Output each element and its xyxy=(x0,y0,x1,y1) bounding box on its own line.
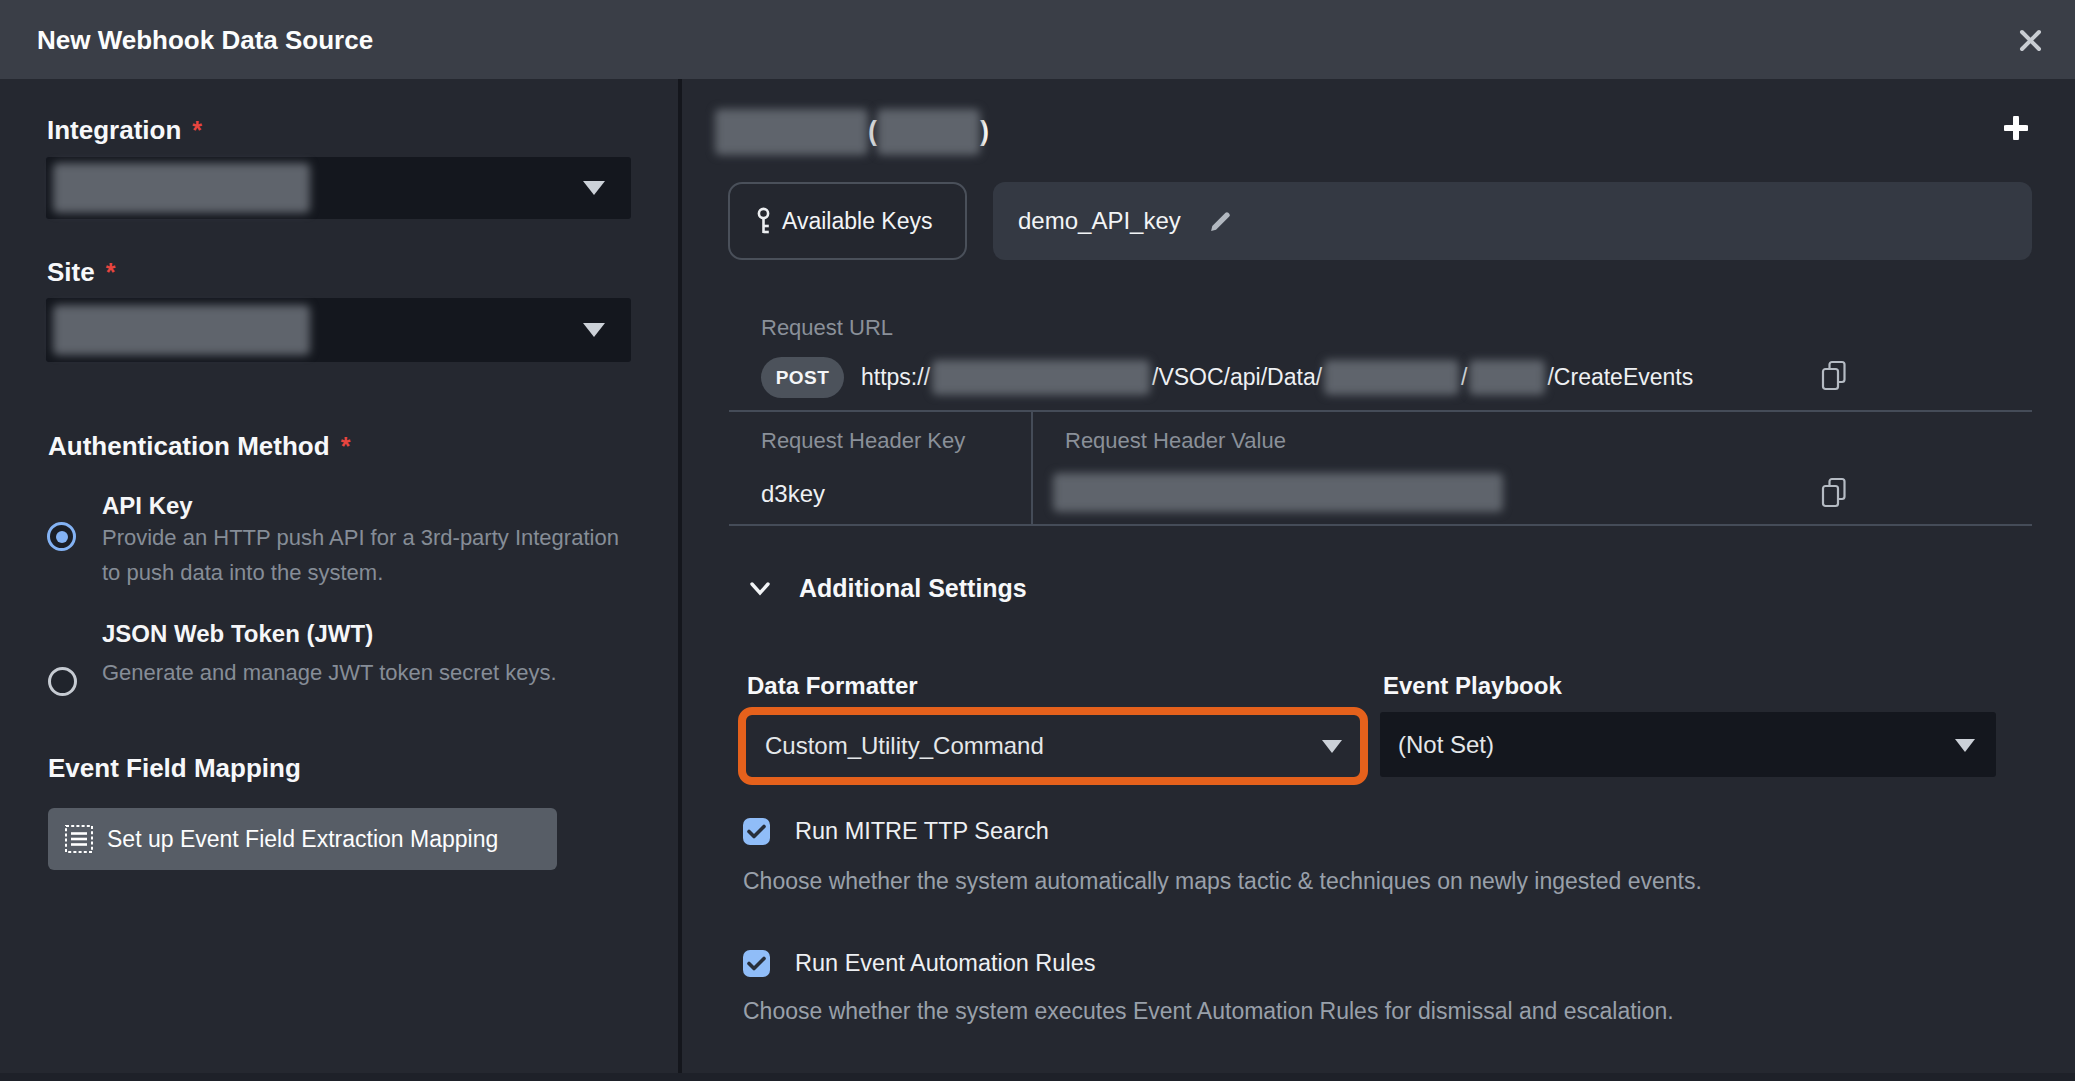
available-keys-label: Available Keys xyxy=(782,208,932,235)
integration-caret-icon xyxy=(583,181,605,195)
request-header-key-value: d3key xyxy=(761,480,825,508)
request-url-value: https:///VSOC/api/Data///CreateEvents xyxy=(861,357,1693,398)
radio-jwt[interactable] xyxy=(48,667,77,696)
check-icon xyxy=(747,956,766,971)
api-key-name: demo_API_key xyxy=(1018,207,1181,235)
setup-event-field-extraction-mapping-button[interactable]: Set up Event Field Extraction Mapping xyxy=(48,808,557,870)
redacted-url-host xyxy=(932,360,1150,395)
run-event-automation-rules-checkbox[interactable] xyxy=(743,950,770,977)
run-event-automation-rules-description: Choose whether the system executes Event… xyxy=(743,998,1674,1025)
run-mitre-ttp-search-label: Run MITRE TTP Search xyxy=(795,818,1049,845)
authentication-method-label: Authentication Method xyxy=(48,431,330,462)
event-field-mapping-label: Event Field Mapping xyxy=(48,753,301,784)
data-formatter-highlight: Custom_Utility_Command xyxy=(738,707,1368,785)
mapping-button-label: Set up Event Field Extraction Mapping xyxy=(107,826,498,853)
integration-select[interactable] xyxy=(46,157,631,219)
edit-pencil-icon[interactable] xyxy=(1208,209,1233,234)
api-key-bar: demo_API_key xyxy=(993,182,2032,260)
request-url-label: Request URL xyxy=(761,315,893,341)
radio-jwt-description: Generate and manage JWT token secret key… xyxy=(102,655,557,690)
copy-url-icon[interactable] xyxy=(1820,360,1848,392)
additional-settings-label: Additional Settings xyxy=(799,574,1027,603)
http-method-badge: POST xyxy=(761,357,844,398)
event-playbook-value: (Not Set) xyxy=(1398,731,1494,759)
close-icon[interactable] xyxy=(2019,29,2042,52)
mapping-table-icon xyxy=(63,823,95,855)
site-label: Site xyxy=(47,257,95,288)
redacted-url-site xyxy=(1469,360,1545,395)
data-formatter-select[interactable]: Custom_Utility_Command xyxy=(746,715,1360,777)
run-mitre-ttp-search-checkbox[interactable] xyxy=(743,818,770,845)
event-playbook-label: Event Playbook xyxy=(1383,672,1562,700)
divider-header-row xyxy=(729,524,2032,526)
dialog-title: New Webhook Data Source xyxy=(37,24,373,55)
site-caret-icon xyxy=(583,323,605,337)
redacted-datasource-id xyxy=(877,109,980,155)
request-header-value-label: Request Header Value xyxy=(1065,428,1286,454)
redacted-datasource-name xyxy=(715,109,868,155)
bottom-edge xyxy=(0,1073,2075,1081)
integration-label: Integration xyxy=(47,115,181,146)
radio-api-key-description: Provide an HTTP push API for a 3rd-party… xyxy=(102,520,619,590)
available-keys-button[interactable]: Available Keys xyxy=(728,182,967,260)
divider-header-columns xyxy=(1031,412,1033,525)
radio-api-key[interactable] xyxy=(47,522,76,551)
site-required-mark: * xyxy=(106,258,116,287)
data-formatter-caret-icon xyxy=(1322,740,1342,753)
authentication-required-mark: * xyxy=(341,432,351,461)
integration-required-mark: * xyxy=(192,116,202,145)
additional-settings-toggle[interactable]: Additional Settings xyxy=(750,574,1027,602)
dialog-header: New Webhook Data Source xyxy=(0,0,2075,79)
request-header-key-label: Request Header Key xyxy=(761,428,965,454)
redacted-request-header-value xyxy=(1053,473,1503,512)
redacted-site-value xyxy=(53,305,310,355)
radio-api-key-label: API Key xyxy=(102,492,193,520)
key-icon xyxy=(755,207,772,235)
right-panel: () Available Keys demo_API_key Request U… xyxy=(682,79,2075,1081)
copy-header-value-icon[interactable] xyxy=(1820,477,1848,509)
run-event-automation-rules-label: Run Event Automation Rules xyxy=(795,950,1095,977)
divider-request-row xyxy=(729,410,2032,412)
left-panel: Integration * Site * Authentication Meth… xyxy=(0,79,678,1081)
redacted-integration-value xyxy=(53,163,310,213)
event-playbook-select[interactable]: (Not Set) xyxy=(1380,712,1996,777)
add-icon[interactable] xyxy=(2004,116,2028,140)
redacted-url-integration xyxy=(1324,360,1459,395)
check-icon xyxy=(747,824,766,839)
event-playbook-caret-icon xyxy=(1955,739,1975,752)
data-formatter-label: Data Formatter xyxy=(747,672,918,700)
site-select[interactable] xyxy=(46,298,631,362)
data-formatter-value: Custom_Utility_Command xyxy=(765,732,1044,760)
run-mitre-ttp-search-description: Choose whether the system automatically … xyxy=(743,868,1702,895)
datasource-title: () xyxy=(715,108,989,155)
chevron-down-icon xyxy=(750,581,770,596)
radio-jwt-label: JSON Web Token (JWT) xyxy=(102,620,373,648)
